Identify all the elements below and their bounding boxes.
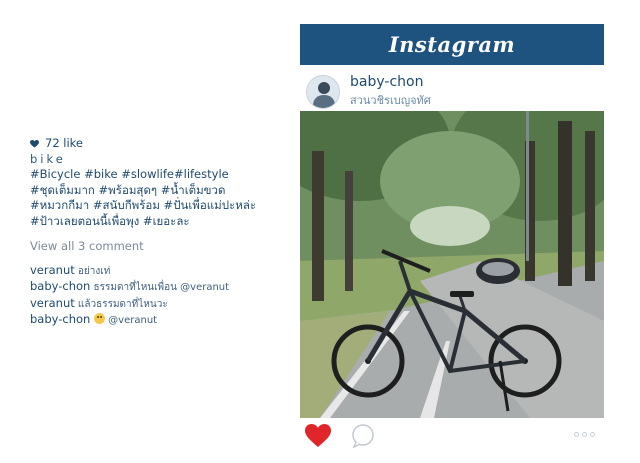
- comment-row: baby-chon ธรรมดาที่ไหนเพื่อน @veranut: [30, 279, 292, 296]
- instagram-header: Instagram: [300, 24, 604, 65]
- instagram-logo: Instagram: [388, 32, 516, 57]
- comment-text: แล้วธรรมดาที่ไหนวะ: [74, 298, 168, 310]
- comment-username[interactable]: veranut: [30, 296, 75, 310]
- likes-count[interactable]: 72 like: [45, 136, 83, 152]
- avatar[interactable]: [306, 74, 340, 109]
- post-actions: [305, 424, 595, 450]
- comment-text: @veranut: [105, 315, 158, 326]
- username-link[interactable]: baby-chon: [350, 74, 431, 90]
- heart-icon: [30, 139, 39, 148]
- comment-username[interactable]: baby-chon: [30, 279, 90, 293]
- speech-bubble-icon[interactable]: [351, 424, 375, 448]
- hashtags: #Bicycle #bike #slowlife#lifestyle #ชุดเ…: [30, 167, 292, 229]
- hashtag-line[interactable]: #หมวกกีมา #สนับกีพร้อม #ปั่นเพื่อแม่ปะหล…: [30, 198, 292, 214]
- hashtag-line[interactable]: #Bicycle #bike #slowlife#lifestyle: [30, 167, 292, 183]
- post-caption: 72 like bike #Bicycle #bike #slowlife#li…: [30, 136, 292, 329]
- comment-row: baby-chon @veranut: [30, 312, 292, 329]
- likes-row: 72 like: [30, 136, 292, 152]
- comment-row: veranut แล้วธรรมดาที่ไหนวะ: [30, 296, 292, 313]
- heart-icon[interactable]: [305, 424, 331, 448]
- hashtag-line[interactable]: #ป้าวเลยตอนนี้เพื่อพุง #เยอะละ: [30, 214, 292, 230]
- post-photo: [300, 111, 604, 418]
- comment-row: veranut อย่างเท่: [30, 263, 292, 280]
- view-all-comments-link[interactable]: View all 3 comment: [30, 239, 292, 255]
- comment-username[interactable]: veranut: [30, 263, 75, 277]
- dots-icon[interactable]: [574, 432, 595, 437]
- location-link[interactable]: สวนวชิรเบญจทัศ: [350, 91, 431, 109]
- post-title: bike: [30, 151, 66, 166]
- post-author: baby-chon สวนวชิรเบญจทัศ: [306, 74, 431, 109]
- comment-text: อย่างเท่: [74, 265, 111, 277]
- emoji-icon: [94, 313, 105, 324]
- comment-username[interactable]: baby-chon: [30, 312, 90, 326]
- hashtag-line[interactable]: #ชุดเต็มมาก #พร้อมสุดๆ #น้ำเต็มขวด: [30, 183, 292, 199]
- comment-text: ธรรมดาที่ไหนเพื่อน @veranut: [90, 282, 230, 293]
